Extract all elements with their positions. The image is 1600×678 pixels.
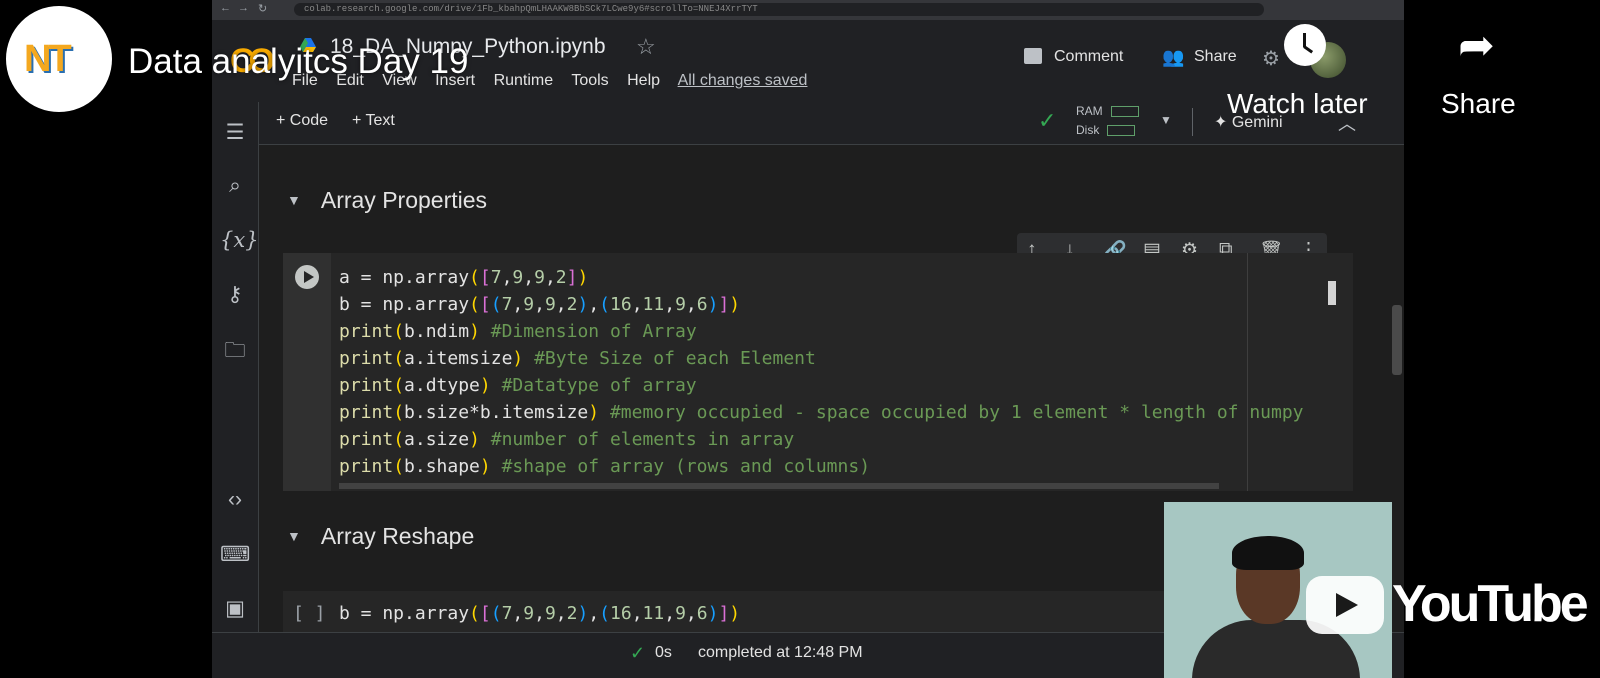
scroll-thumb[interactable] xyxy=(1328,281,1336,305)
code-line[interactable]: b = np.array([(7,9,9,2),(16,11,9,6)]) xyxy=(339,603,740,624)
share-arrow-icon[interactable]: ➦ xyxy=(1458,20,1495,71)
people-icon[interactable]: 👥 xyxy=(1162,47,1184,68)
code-cell[interactable]: a = np.array([7,9,9,2]) b = np.array([(7… xyxy=(283,253,1353,491)
share-button[interactable]: Share xyxy=(1441,88,1516,120)
save-status-link[interactable]: All changes saved xyxy=(678,72,808,89)
youtube-play-icon[interactable] xyxy=(1306,576,1384,634)
gear-icon[interactable]: ⚙ xyxy=(1262,46,1280,71)
notebook-toolbar: + Code + Text ✓ RAM Disk ▼ ✦ Gemini ︿ xyxy=(212,102,1404,145)
command-palette-icon[interactable]: ⌨ xyxy=(220,542,250,567)
section-title: Array Properties xyxy=(320,187,488,213)
comment-button[interactable]: Comment xyxy=(1054,48,1123,66)
youtube-wordmark[interactable]: YouTube xyxy=(1392,574,1589,634)
section-heading-array-properties[interactable]: ▼ Array Properties xyxy=(287,187,487,214)
terminal-icon[interactable]: ▣ xyxy=(220,596,250,621)
reload-icon[interactable]: ↻ xyxy=(258,2,267,15)
cell-prompt[interactable]: [ ] xyxy=(293,603,326,624)
run-button[interactable] xyxy=(295,265,319,289)
code-line[interactable]: print(a.size) #number of elements in arr… xyxy=(339,429,794,450)
variables-icon[interactable]: {x} xyxy=(220,228,259,252)
toc-icon[interactable]: ☰ xyxy=(220,120,250,145)
horizontal-scrollbar[interactable] xyxy=(339,483,1219,489)
forward-icon[interactable]: → xyxy=(238,2,249,14)
code-line[interactable]: print(b.ndim) #Dimension of Array xyxy=(339,321,697,342)
code-line[interactable]: print(b.size*b.itemsize) #memory occupie… xyxy=(339,402,1304,423)
channel-logo[interactable]: NT xyxy=(6,6,112,112)
left-sidebar: ☰ ⌕ {x} ⚷ 🗀 ‹› ⌨ ▣ xyxy=(212,102,259,678)
section-title: Array Reshape xyxy=(320,523,475,549)
comment-icon[interactable] xyxy=(1024,48,1042,64)
chevron-down-icon[interactable]: ▼ xyxy=(287,528,301,544)
code-line[interactable]: b = np.array([(7,9,9,2),(16,11,9,6)]) xyxy=(339,294,740,315)
menu-runtime[interactable]: Runtime xyxy=(494,72,554,89)
share-button[interactable]: Share xyxy=(1194,48,1237,66)
disk-label: Disk xyxy=(1076,123,1100,137)
address-bar[interactable]: colab.research.google.com/drive/1Fb_kbah… xyxy=(294,3,1264,16)
folder-icon[interactable]: 🗀 xyxy=(220,336,250,371)
ram-bar xyxy=(1110,106,1139,118)
code-line[interactable]: print(a.dtype) #Datatype of array xyxy=(339,375,697,396)
menu-tools[interactable]: Tools xyxy=(571,72,608,89)
star-icon[interactable]: ☆ xyxy=(636,34,656,60)
chevron-down-icon[interactable]: ▼ xyxy=(287,192,301,208)
watch-later-button[interactable]: Watch later xyxy=(1227,88,1368,120)
status-text: completed at 12:48 PM xyxy=(698,644,863,661)
toolbar-divider xyxy=(1192,108,1193,136)
section-heading-array-reshape[interactable]: ▼ Array Reshape xyxy=(287,523,474,550)
code-line[interactable]: print(b.shape) #shape of array (rows and… xyxy=(339,456,870,477)
code-line[interactable]: a = np.array([7,9,9,2]) xyxy=(339,267,588,288)
resource-monitor[interactable]: RAM Disk xyxy=(1076,102,1139,140)
key-icon[interactable]: ⚷ xyxy=(220,282,250,307)
cell-gutter xyxy=(283,253,331,491)
connected-check-icon: ✓ xyxy=(1038,108,1057,133)
search-icon[interactable]: ⌕ xyxy=(220,174,250,198)
disk-bar xyxy=(1107,125,1136,137)
ram-label: RAM xyxy=(1076,104,1103,118)
menu-help[interactable]: Help xyxy=(627,72,660,89)
vertical-scrollbar[interactable] xyxy=(1392,305,1402,375)
clock-icon[interactable] xyxy=(1284,24,1326,66)
chevron-down-icon[interactable]: ▼ xyxy=(1160,113,1172,127)
video-title[interactable]: Data analyitcs Day 19 xyxy=(128,42,468,82)
code-line[interactable]: print(a.itemsize) #Byte Size of each Ele… xyxy=(339,348,816,369)
add-text-button[interactable]: + Text xyxy=(352,112,395,130)
browser-bar: ← → ↻ colab.research.google.com/drive/1F… xyxy=(212,0,1404,20)
presenter-hair xyxy=(1232,536,1304,570)
back-icon[interactable]: ← xyxy=(220,2,231,14)
check-icon: ✓ xyxy=(630,643,646,663)
add-code-button[interactable]: + Code xyxy=(276,112,328,130)
execution-time: 0s xyxy=(655,644,672,661)
ruler-line xyxy=(1247,253,1248,491)
channel-logo-text: NT xyxy=(24,38,72,80)
code-snippets-icon[interactable]: ‹› xyxy=(220,488,250,512)
